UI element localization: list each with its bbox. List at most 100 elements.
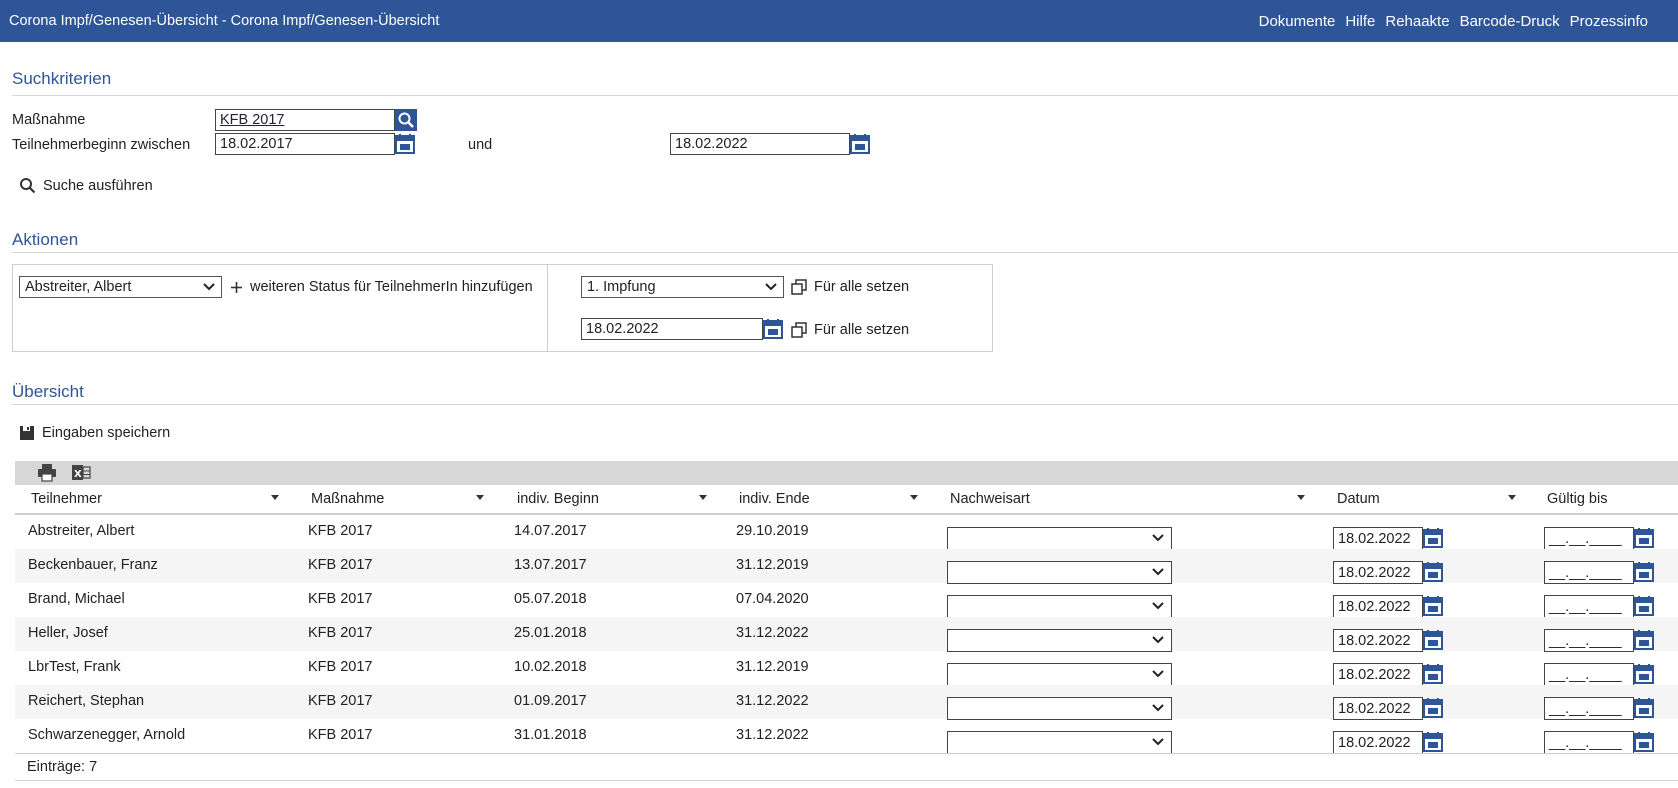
set-all-status-button[interactable]: Für alle setzen [791, 279, 909, 295]
datum-field[interactable]: 18.02.2022 [1333, 561, 1423, 584]
sort-arrow-icon[interactable] [910, 495, 918, 500]
cell-ende: 31.12.2022 [736, 625, 809, 641]
nav-hilfe[interactable]: Hilfe [1345, 13, 1375, 30]
datum-field[interactable]: 18.02.2022 [1333, 663, 1423, 686]
nav-dokumente[interactable]: Dokumente [1259, 13, 1336, 30]
table-row: Beckenbauer, Franz KFB 2017 13.07.2017 31.1… [15, 549, 1678, 584]
cell-ende: 29.10.2019 [736, 523, 809, 539]
gueltig-bis-calendar-button[interactable] [1633, 663, 1655, 685]
datum-calendar-button[interactable] [1422, 697, 1444, 719]
chevron-down-icon [1152, 738, 1164, 746]
action-date-field[interactable]: 18.02.2022 [581, 318, 763, 340]
set-all-date-label: Für alle setzen [814, 322, 910, 338]
datum-calendar-button[interactable] [1422, 561, 1444, 583]
nachweisart-select[interactable] [947, 697, 1172, 720]
col-nachweisart[interactable]: Nachweisart [950, 491, 1030, 507]
nav-rehaakte[interactable]: Rehaakte [1385, 13, 1449, 30]
cell-teilnehmer: LbrTest, Frank [28, 659, 121, 675]
datum-calendar-button[interactable] [1422, 595, 1444, 617]
col-datum[interactable]: Datum [1337, 491, 1380, 507]
calendar-icon [763, 319, 783, 339]
sort-arrow-icon[interactable] [699, 495, 707, 500]
nachweisart-select[interactable] [947, 663, 1172, 686]
cell-teilnehmer: Schwarzenegger, Arnold [28, 727, 186, 743]
run-search-button[interactable]: Suche ausführen [19, 177, 153, 194]
calendar-icon [1634, 528, 1654, 548]
table-header: Teilnehmer Maßnahme indiv. Beginn indiv.… [15, 485, 1678, 515]
col-teilnehmer[interactable]: Teilnehmer [31, 491, 102, 507]
nachweisart-select[interactable] [947, 731, 1172, 754]
datum-field[interactable]: 18.02.2022 [1333, 731, 1423, 754]
gueltig-bis-field[interactable]: __.__.____ [1544, 629, 1634, 652]
gueltig-bis-calendar-button[interactable] [1633, 731, 1655, 753]
gueltig-bis-field[interactable]: __.__.____ [1544, 561, 1634, 584]
sort-arrow-icon[interactable] [1508, 495, 1516, 500]
add-status-button[interactable]: weiteren Status für TeilnehmerIn hinzufü… [230, 279, 533, 295]
cell-beginn: 14.07.2017 [514, 523, 587, 539]
date-from-field[interactable]: 18.02.2017 [215, 133, 395, 155]
status-select[interactable]: 1. Impfung [581, 276, 784, 298]
nav-prozessinfo[interactable]: Prozessinfo [1570, 13, 1648, 30]
datum-field[interactable]: 18.02.2022 [1333, 629, 1423, 652]
col-ende[interactable]: indiv. Ende [739, 491, 810, 507]
save-icon [20, 426, 34, 440]
gueltig-bis-field[interactable]: __.__.____ [1544, 527, 1634, 550]
nachweisart-select[interactable] [947, 595, 1172, 618]
nachweisart-select[interactable] [947, 527, 1172, 550]
datum-field[interactable]: 18.02.2022 [1333, 595, 1423, 618]
copy-icon [791, 322, 807, 338]
divider [12, 404, 1678, 405]
gueltig-bis-calendar-button[interactable] [1633, 561, 1655, 583]
cell-beginn: 05.07.2018 [514, 591, 587, 607]
table-row: LbrTest, Frank KFB 2017 10.02.2018 31.12.20… [15, 651, 1678, 686]
datum-calendar-button[interactable] [1422, 731, 1444, 753]
col-gueltig-bis[interactable]: Gültig bis [1547, 491, 1607, 507]
gueltig-bis-field[interactable]: __.__.____ [1544, 697, 1634, 720]
gueltig-bis-field[interactable]: __.__.____ [1544, 663, 1634, 686]
massnahme-field[interactable]: KFB 2017 [215, 109, 395, 131]
calendar-icon [1423, 630, 1443, 650]
table-row: Abstreiter, Albert KFB 2017 14.07.2017 29.1… [15, 515, 1678, 550]
date-to-calendar-button[interactable] [849, 133, 871, 155]
col-massnahme[interactable]: Maßnahme [311, 491, 384, 507]
set-all-date-button[interactable]: Für alle setzen [791, 322, 909, 338]
action-date-calendar-button[interactable] [762, 318, 784, 340]
col-beginn[interactable]: indiv. Beginn [517, 491, 599, 507]
gueltig-bis-calendar-button[interactable] [1633, 697, 1655, 719]
gueltig-bis-calendar-button[interactable] [1633, 629, 1655, 651]
print-button[interactable] [37, 463, 57, 485]
cell-massnahme: KFB 2017 [308, 727, 373, 743]
gueltig-bis-field[interactable]: __.__.____ [1544, 731, 1634, 754]
cell-beginn: 13.07.2017 [514, 557, 587, 573]
massnahme-search-button[interactable] [395, 109, 417, 131]
cell-ende: 31.12.2019 [736, 659, 809, 675]
excel-export-button[interactable]: X [71, 463, 91, 485]
plus-icon [231, 281, 242, 293]
sort-arrow-icon[interactable] [1297, 495, 1305, 500]
gueltig-bis-calendar-button[interactable] [1633, 595, 1655, 617]
nachweisart-select[interactable] [947, 629, 1172, 652]
sort-arrow-icon[interactable] [476, 495, 484, 500]
gueltig-bis-field[interactable]: __.__.____ [1544, 595, 1634, 618]
sort-arrow-icon[interactable] [271, 495, 279, 500]
date-to-field[interactable]: 18.02.2022 [670, 133, 850, 155]
set-all-status-label: Für alle setzen [814, 279, 910, 295]
cell-teilnehmer: Brand, Michael [28, 591, 125, 607]
datum-calendar-button[interactable] [1422, 527, 1444, 549]
datum-calendar-button[interactable] [1422, 663, 1444, 685]
chevron-down-icon [1152, 534, 1164, 542]
save-entries-button[interactable]: Eingaben speichern [19, 425, 170, 441]
participant-select-value: Abstreiter, Albert [25, 279, 132, 295]
gueltig-bis-calendar-button[interactable] [1633, 527, 1655, 549]
datum-calendar-button[interactable] [1422, 629, 1444, 651]
nav-barcode-druck[interactable]: Barcode-Druck [1460, 13, 1560, 30]
datum-field[interactable]: 18.02.2022 [1333, 697, 1423, 720]
date-from-calendar-button[interactable] [394, 133, 416, 155]
participant-select[interactable]: Abstreiter, Albert [19, 276, 222, 298]
chevron-down-icon [1152, 636, 1164, 644]
search-icon [398, 112, 414, 128]
header-nav: Dokumente Hilfe Rehaakte Barcode-Druck P… [1259, 13, 1648, 30]
cell-massnahme: KFB 2017 [308, 659, 373, 675]
datum-field[interactable]: 18.02.2022 [1333, 527, 1423, 550]
nachweisart-select[interactable] [947, 561, 1172, 584]
